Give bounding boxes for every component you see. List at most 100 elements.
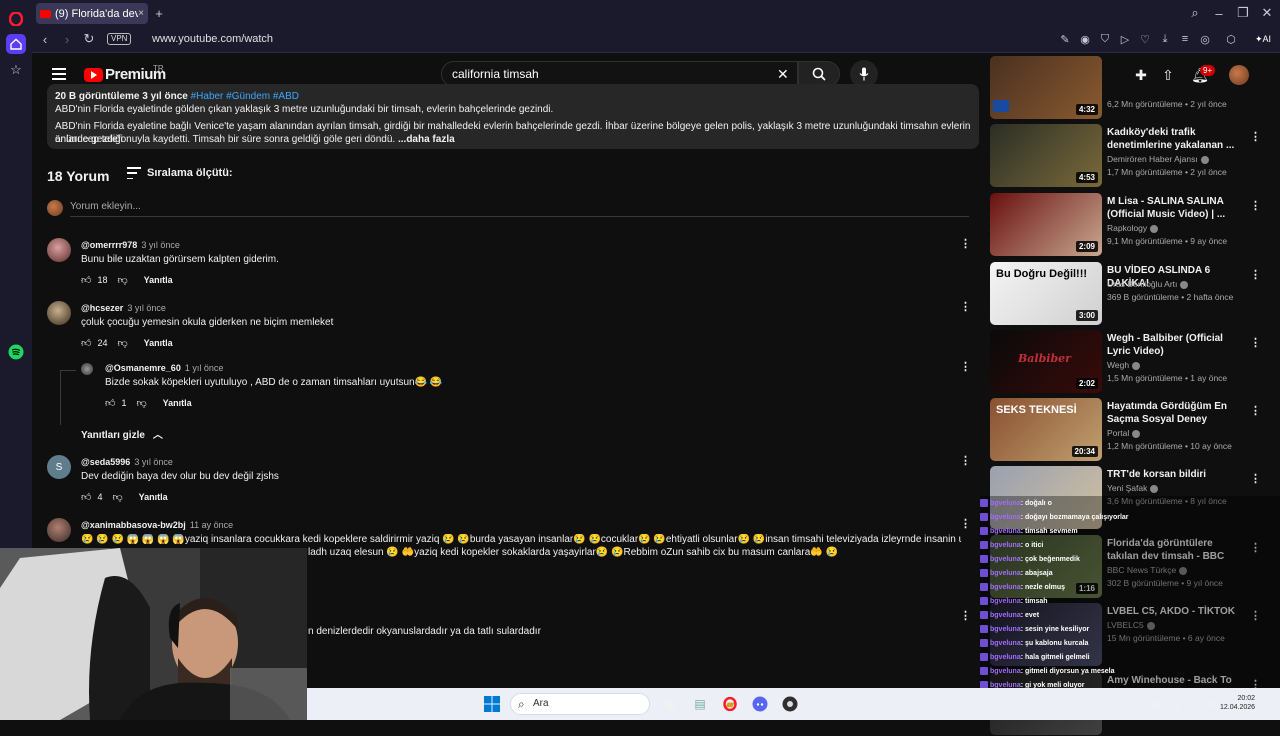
discord-icon[interactable] bbox=[751, 695, 769, 713]
video-thumbnail[interactable]: 4:32 bbox=[990, 56, 1102, 119]
dislike-icon[interactable]: 👎︎ bbox=[112, 491, 122, 503]
play-icon[interactable]: ▷ bbox=[1118, 32, 1132, 46]
reply-menu-icon[interactable]: ⋮ bbox=[960, 361, 971, 373]
video-title[interactable]: Hayatımda Gördüğüm En Saçma Sosyal Deney bbox=[1107, 400, 1239, 426]
channel-name[interactable]: Wegh bbox=[1107, 360, 1141, 370]
comment-author[interactable]: @seda5996 3 yıl önce bbox=[81, 457, 173, 467]
video-title[interactable]: Wegh - Balbiber (Official Lyric Video) bbox=[1107, 332, 1239, 358]
youtube-logo-icon[interactable] bbox=[84, 68, 103, 82]
volume-icon[interactable]: 🔊︎ bbox=[1202, 695, 1220, 713]
obs-icon[interactable] bbox=[781, 695, 799, 713]
download-icon[interactable]: ⤓ bbox=[1158, 32, 1172, 46]
hide-replies-button[interactable]: Yanıtları gizle ︿ bbox=[81, 426, 163, 441]
channel-name[interactable]: Uras Benlioğlu Artı bbox=[1107, 279, 1189, 289]
recommended-video[interactable]: SEKS TEKNESİ 20:34 Hayatımda Gördüğüm En S… bbox=[990, 398, 1261, 462]
opera-logo-icon[interactable] bbox=[6, 9, 26, 29]
widgets-icon[interactable]: ▤ bbox=[691, 695, 709, 713]
like-icon[interactable]: 👍︎ bbox=[81, 274, 91, 286]
comment-avatar[interactable] bbox=[47, 518, 71, 542]
close-window-icon[interactable]: ✕ bbox=[1258, 4, 1276, 22]
show-more-link[interactable]: ...daha fazla bbox=[395, 134, 455, 145]
video-thumbnail[interactable]: 4:53 bbox=[990, 124, 1102, 187]
tab-search-icon[interactable]: ⌕ bbox=[1186, 4, 1204, 22]
opera-taskbar-icon[interactable] bbox=[721, 695, 739, 713]
video-menu-icon[interactable]: ⋮ bbox=[1250, 336, 1261, 349]
close-tab-icon[interactable]: × bbox=[138, 8, 144, 19]
reload-icon[interactable]: ↻ bbox=[80, 30, 98, 48]
video-description[interactable]: 20 B görüntüleme 3 yıl önce #Haber #Günd… bbox=[47, 84, 979, 149]
tray-app-icon[interactable]: ◉ bbox=[1147, 695, 1165, 713]
dislike-icon[interactable]: 👎︎ bbox=[136, 397, 146, 409]
windows-start-icon[interactable] bbox=[483, 695, 501, 713]
video-title[interactable]: TRT'de korsan bildiri bbox=[1107, 468, 1239, 481]
menu-icon[interactable]: ≡ bbox=[1178, 32, 1192, 46]
reply-avatar[interactable] bbox=[81, 363, 93, 375]
tray-chevron-icon[interactable]: ︿ bbox=[1127, 695, 1145, 713]
camera-icon[interactable]: ◉ bbox=[1078, 32, 1092, 46]
comment-menu-icon[interactable]: ⋮ bbox=[960, 518, 971, 530]
dislike-icon[interactable]: 👎︎ bbox=[117, 337, 127, 349]
url-field[interactable]: www.youtube.com/watch bbox=[152, 33, 273, 45]
taskbar-clock[interactable]: 20:02 12.04.2026 bbox=[1220, 694, 1255, 712]
bookmarks-star-icon[interactable]: ☆ bbox=[6, 60, 26, 80]
maximize-icon[interactable]: ❐ bbox=[1234, 4, 1252, 22]
like-icon[interactable]: 👍︎ bbox=[105, 397, 115, 409]
reply-button[interactable]: Yanıtla bbox=[163, 398, 192, 408]
like-icon[interactable]: 👍︎ bbox=[81, 337, 91, 349]
recommended-video[interactable]: 2:09 M Lisa - SALINA SALINA (Official Mus… bbox=[990, 193, 1261, 257]
reply-button[interactable]: Yanıtla bbox=[144, 338, 173, 348]
tab-youtube[interactable]: (9) Florida'da dev timsah e × bbox=[36, 3, 148, 24]
video-thumbnail[interactable]: Balbiber 2:02 bbox=[990, 330, 1102, 393]
microphone-tray-icon[interactable]: 🎙︎ bbox=[1167, 695, 1185, 713]
dislike-icon[interactable]: 👎︎ bbox=[117, 274, 127, 286]
recommended-video[interactable]: Balbiber 2:02 Wegh - Balbiber (Official Ly… bbox=[990, 330, 1261, 394]
taskbar-search[interactable]: Ara bbox=[510, 693, 650, 715]
channel-name[interactable]: Demirören Haber Ajansı bbox=[1107, 154, 1209, 164]
video-title[interactable]: Kadıköy'deki trafik denetimlerine yakala… bbox=[1107, 126, 1239, 152]
channel-name[interactable]: Rapkology bbox=[1107, 223, 1159, 233]
video-menu-icon[interactable]: ⋮ bbox=[1250, 130, 1261, 143]
video-title[interactable]: M Lisa - SALINA SALINA (Official Music V… bbox=[1107, 195, 1239, 221]
comment-menu-icon[interactable]: ⋮ bbox=[960, 610, 971, 622]
recommended-video[interactable]: Bu Doğru Değil!!! 3:00 BU VİDEO ASLINDA 6 … bbox=[990, 262, 1261, 326]
reply-button[interactable]: Yanıtla bbox=[139, 492, 168, 502]
comment-author[interactable]: @xanimabbasova-bw2bj 11 ay önce bbox=[81, 520, 233, 530]
hamburger-menu-icon[interactable] bbox=[52, 68, 66, 80]
recommended-video[interactable]: 4:53 Kadıköy'deki trafik denetimlerine ya… bbox=[990, 124, 1261, 188]
hashtags[interactable]: #Haber #Gündem #ABD bbox=[191, 91, 299, 102]
back-icon[interactable]: ‹ bbox=[36, 30, 54, 48]
comment-avatar[interactable] bbox=[47, 238, 71, 262]
edit-icon[interactable]: ✎ bbox=[1058, 32, 1072, 46]
comment-avatar[interactable]: S bbox=[47, 455, 71, 479]
video-menu-icon[interactable]: ⋮ bbox=[1250, 199, 1261, 212]
extension-icon[interactable]: ⬡ bbox=[1224, 32, 1238, 46]
comment-menu-icon[interactable]: ⋮ bbox=[960, 455, 971, 467]
reply-button[interactable]: Yanıtla bbox=[144, 275, 173, 285]
heart-icon[interactable]: ♡ bbox=[1138, 32, 1152, 46]
vpn-badge[interactable]: VPN bbox=[107, 33, 132, 45]
video-menu-icon[interactable]: ⋮ bbox=[1250, 404, 1261, 417]
add-comment-input[interactable]: Yorum ekleyin... bbox=[70, 201, 969, 217]
aria-ai-button[interactable]: ✦ AI bbox=[1250, 32, 1276, 46]
comment-avatar[interactable] bbox=[47, 301, 71, 325]
video-thumbnail[interactable]: SEKS TEKNESİ 20:34 bbox=[990, 398, 1102, 461]
comment-author[interactable]: @omerrrr978 3 yıl önce bbox=[81, 240, 180, 250]
reply-author[interactable]: @Osmanemre_60 1 yıl önce bbox=[105, 363, 223, 373]
task-view-icon[interactable]: ▣ bbox=[661, 695, 679, 713]
comment-author[interactable]: @hcsezer 3 yıl önce bbox=[81, 303, 166, 313]
comment-menu-icon[interactable]: ⋮ bbox=[960, 301, 971, 313]
video-menu-icon[interactable]: ⋮ bbox=[1250, 268, 1261, 281]
spotify-icon[interactable] bbox=[6, 342, 26, 362]
forward-icon[interactable]: › bbox=[58, 30, 76, 48]
video-menu-icon[interactable]: ⋮ bbox=[1250, 472, 1261, 485]
like-icon[interactable]: 👍︎ bbox=[81, 491, 91, 503]
video-thumbnail[interactable]: 2:09 bbox=[990, 193, 1102, 256]
channel-name[interactable]: Portal bbox=[1107, 428, 1141, 438]
shield-icon[interactable]: ⛉ bbox=[1098, 32, 1112, 46]
sort-icon[interactable] bbox=[127, 167, 141, 179]
channel-name[interactable]: Yeni Şafak bbox=[1107, 483, 1159, 493]
network-icon[interactable]: ▭ bbox=[1185, 695, 1203, 713]
home-icon[interactable] bbox=[6, 34, 26, 54]
minimize-icon[interactable]: – bbox=[1210, 4, 1228, 22]
clear-search-icon[interactable]: ✕ bbox=[777, 66, 789, 83]
